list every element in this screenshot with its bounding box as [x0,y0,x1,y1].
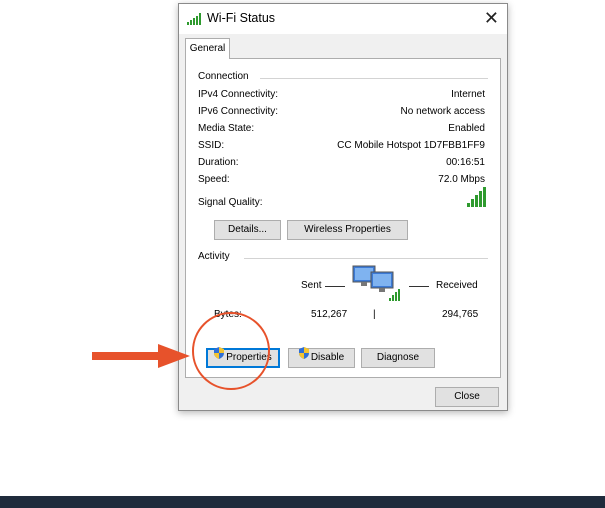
bytes-sent-value: 512,267 [311,309,348,320]
row-duration: Duration: 00:16:51 [198,157,485,171]
ssid-value: CC Mobile Hotspot 1D7FBB1FF9 [337,140,485,151]
disable-label: Disable [310,352,345,364]
ipv4-value: Internet [451,89,485,100]
row-speed: Speed: 72.0 Mbps [198,174,485,188]
wifi-signal-icon [187,12,203,30]
ipv4-label: IPv4 Connectivity: [198,89,279,100]
duration-label: Duration: [198,157,239,168]
close-icon[interactable]: ✕ [484,7,499,29]
media-state-label: Media State: [198,123,255,134]
network-computers-icon [351,264,403,311]
details-button[interactable]: Details... [214,220,281,240]
activity-divider [244,258,488,259]
uac-shield-icon [298,347,309,366]
row-ipv4: IPv4 Connectivity: Internet [198,89,485,103]
signal-quality-label: Signal Quality: [198,197,263,208]
bytes-received-value: 294,765 [442,309,479,320]
row-ssid: SSID: CC Mobile Hotspot 1D7FBB1FF9 [198,140,485,154]
title-bar: Wi-Fi Status ✕ [179,4,507,34]
sent-line [325,286,345,287]
ssid-label: SSID: [198,140,225,151]
signal-bars-icon [467,187,487,212]
row-media-state: Media State: Enabled [198,123,485,137]
media-state-value: Enabled [448,123,485,134]
connection-heading: Connection [198,71,249,82]
disable-button[interactable]: Disable [288,347,355,368]
footer-band [0,496,605,508]
row-ipv6: IPv6 Connectivity: No network access [198,106,485,120]
close-button[interactable]: Close [435,387,499,407]
speed-label: Speed: [198,174,230,185]
received-line [409,286,429,287]
highlight-circle [192,312,270,390]
ipv6-value: No network access [400,106,485,117]
received-label: Received [436,280,478,291]
sent-label: Sent [301,280,322,291]
pointer-arrow [92,344,190,373]
tab-general[interactable]: General [185,38,230,59]
activity-heading: Activity [198,251,230,262]
window-title: Wi-Fi Status [207,11,276,25]
speed-value: 72.0 Mbps [438,174,485,185]
ipv6-label: IPv6 Connectivity: [198,106,279,117]
wireless-properties-button[interactable]: Wireless Properties [287,220,408,240]
activity-separator: | [373,309,376,320]
duration-value: 00:16:51 [446,157,485,168]
diagnose-button[interactable]: Diagnose [361,348,435,368]
connection-divider [260,78,488,79]
